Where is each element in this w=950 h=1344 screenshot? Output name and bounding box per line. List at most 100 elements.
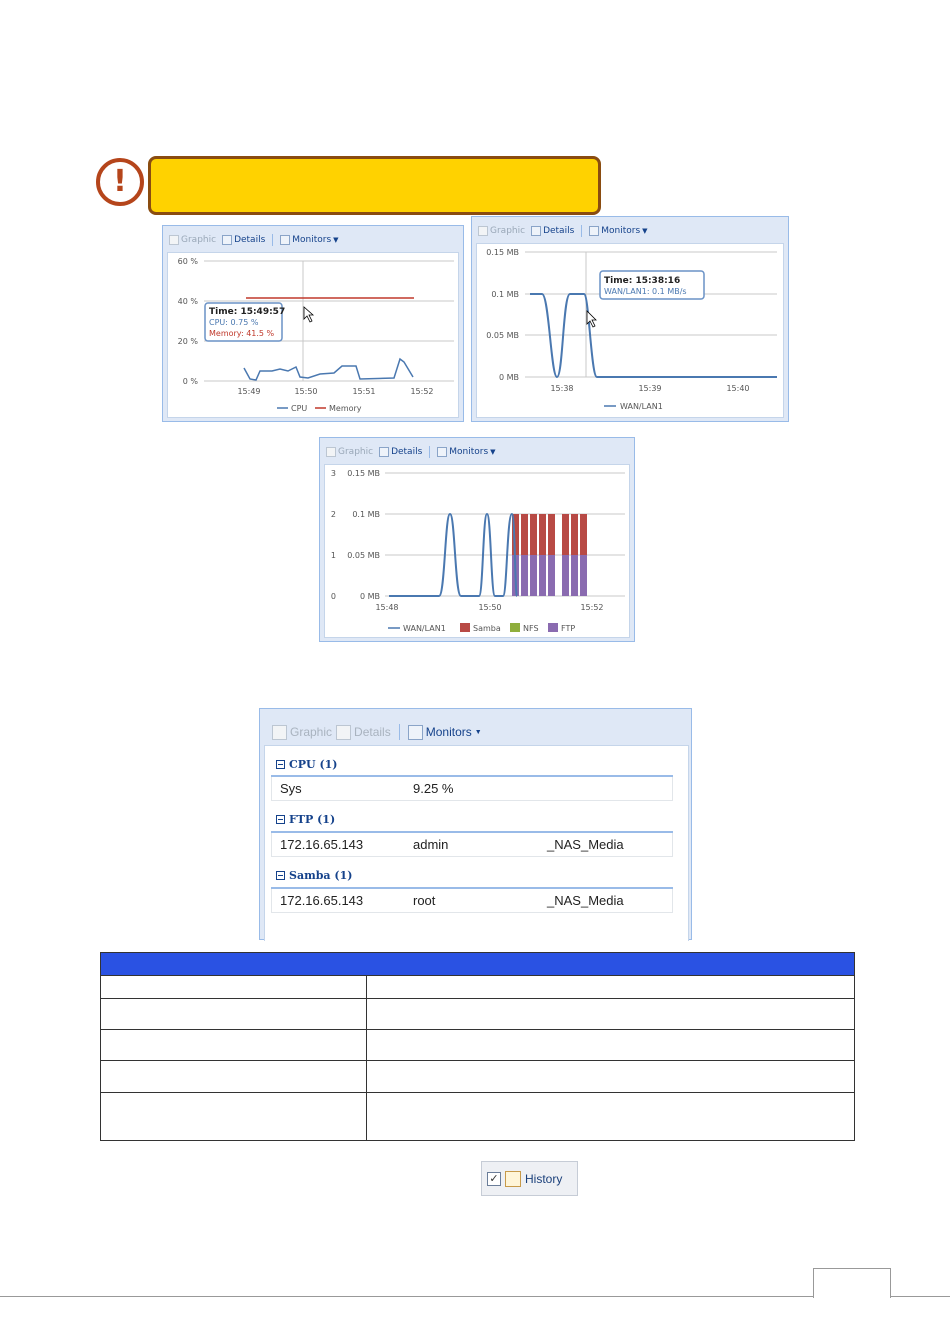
table-row [100, 998, 855, 1030]
graphic-button[interactable]: Graphic [476, 226, 527, 236]
network-panel: Graphic Details Monitors ▼ 0.15 MB 0.1 MB… [471, 216, 789, 422]
table-cell [366, 998, 855, 1030]
samba-bar [562, 514, 569, 555]
ftp-bar [571, 555, 578, 596]
samba-bar [530, 514, 537, 555]
table-row [100, 1060, 855, 1093]
cpu-series-line [243, 357, 414, 381]
group-header-cpu[interactable]: CPU (1) [276, 758, 338, 771]
monitors-menu-button[interactable]: Monitors ▼ [435, 447, 497, 457]
graphic-icon [272, 724, 287, 740]
cell-user: admin [413, 837, 449, 852]
details-icon [531, 226, 542, 236]
cell-value: 9.25 % [413, 781, 454, 796]
group-header-samba[interactable]: Samba (1) [276, 869, 352, 882]
collapse-icon[interactable] [276, 760, 285, 769]
details-button[interactable]: Details [336, 724, 391, 740]
combined-panel: Graphic Details Monitors ▼ 3 2 1 0 0.15 M… [319, 437, 635, 642]
tooltip-cpu: CPU: 0.75 % [209, 318, 259, 327]
cpu-memory-chart: 60 % 40 % 20 % 0 % 15:49 15:50 15:51 15:… [178, 257, 454, 413]
y-tick-label-left: 0 [331, 592, 336, 601]
ftp-bar [562, 555, 569, 596]
collapse-icon[interactable] [276, 815, 285, 824]
details-icon [379, 447, 390, 457]
monitors-menu-button[interactable]: Monitors ▼ [587, 226, 649, 236]
monitors-menu-button[interactable]: Monitors ▼ [278, 235, 340, 245]
monitors-icon [280, 235, 291, 245]
samba-bar [571, 514, 578, 555]
legend-swatch-samba [460, 623, 470, 632]
graphic-button[interactable]: Graphic [167, 235, 218, 245]
chart-toolbar: Graphic Details Monitors ▼ [476, 221, 650, 241]
y-tick-label-right: 0.15 MB [347, 469, 380, 478]
table-cell [100, 1060, 367, 1093]
cell-ip: 172.16.65.143 [280, 837, 364, 852]
history-toggle[interactable]: ✓ History [481, 1161, 578, 1196]
chevron-down-icon: ▼ [642, 227, 648, 235]
group-header-ftp[interactable]: FTP (1) [276, 813, 335, 826]
y-tick-label-left: 2 [331, 510, 336, 519]
table-cell [366, 975, 855, 999]
x-tick-label: 15:39 [638, 384, 661, 393]
x-tick-label: 15:49 [237, 387, 260, 396]
y-tick-label-right: 0 MB [360, 592, 380, 601]
legend-label-samba: Samba [473, 624, 501, 633]
combined-chart: 3 2 1 0 0.15 MB 0.1 MB 0.05 MB 0 MB 15:4… [331, 469, 625, 633]
table-header-cell [100, 952, 855, 976]
ftp-bar [530, 555, 537, 596]
y-tick-label: 60 % [178, 257, 199, 266]
ftp-bar [580, 555, 587, 596]
description-table [100, 952, 855, 1141]
toolbar-separator [581, 225, 583, 237]
footer-rule [0, 1296, 950, 1297]
toolbar-separator [398, 724, 400, 740]
tooltip-time: Time: 15:38:16 [604, 276, 680, 286]
details-icon [336, 724, 352, 740]
details-button[interactable]: Details [220, 235, 267, 245]
y-tick-label: 0 % [183, 377, 199, 386]
cell-ip: 172.16.65.143 [280, 893, 364, 908]
chart-area: 0.15 MB 0.1 MB 0.05 MB 0 MB 15:38 15:39 … [476, 243, 784, 418]
stacked-bars [512, 514, 587, 596]
chart-tooltip: Time: 15:38:16 WAN/LAN1: 0.1 MB/s [599, 270, 705, 300]
table-cell [100, 975, 367, 999]
cursor-icon [303, 306, 315, 323]
monitors-icon [437, 447, 448, 457]
ftp-bar [521, 555, 528, 596]
table-row: 172.16.65.143 root _NAS_Media [271, 889, 673, 913]
chart-toolbar: Graphic Details Monitors ▼ [167, 230, 341, 250]
samba-bar [580, 514, 587, 555]
y-tick-label-left: 3 [331, 469, 336, 478]
network-chart: 0.15 MB 0.1 MB 0.05 MB 0 MB 15:38 15:39 … [486, 248, 777, 411]
table-cell [366, 1029, 855, 1061]
history-chart-icon [505, 1170, 521, 1187]
details-button[interactable]: Details [377, 447, 424, 457]
table-row: 172.16.65.143 admin _NAS_Media [271, 833, 673, 857]
collapse-icon[interactable] [276, 871, 285, 880]
legend-label-ftp: FTP [561, 624, 575, 633]
legend-label-nfs: NFS [523, 624, 539, 633]
page-number-box [813, 1268, 891, 1298]
x-tick-label: 15:38 [550, 384, 573, 393]
details-grid: CPU (1) Sys 9.25 % FTP (1) 172.16.65.143… [264, 745, 689, 941]
samba-bar [548, 514, 555, 555]
monitors-icon [589, 226, 600, 236]
legend-label-wan-lan1: WAN/LAN1 [620, 402, 663, 411]
graphic-button[interactable]: Graphic [324, 447, 375, 457]
chart-toolbar: Graphic Details Monitors ▼ [324, 442, 498, 462]
table-cell [100, 998, 367, 1030]
graphic-button[interactable]: Graphic [272, 724, 332, 740]
x-tick-label: 15:51 [352, 387, 375, 396]
chevron-down-icon: ▼ [474, 728, 482, 736]
table-cell [366, 1092, 855, 1141]
legend-swatch-ftp [548, 623, 558, 632]
chart-area: 3 2 1 0 0.15 MB 0.1 MB 0.05 MB 0 MB 15:4… [324, 464, 630, 638]
tooltip-memory: Memory: 41.5 % [209, 329, 275, 338]
monitors-menu-button[interactable]: Monitors ▼ [407, 724, 482, 740]
cpu-memory-panel: Graphic Details Monitors ▼ 60 % 40 % 20 %… [162, 225, 464, 422]
y-tick-label: 0.05 MB [486, 331, 519, 340]
details-panel: Graphic Details Monitors ▼ CPU (1) Sys 9.… [259, 708, 692, 941]
samba-bar [521, 514, 528, 555]
history-checkbox[interactable]: ✓ [487, 1171, 501, 1186]
details-button[interactable]: Details [529, 226, 576, 236]
